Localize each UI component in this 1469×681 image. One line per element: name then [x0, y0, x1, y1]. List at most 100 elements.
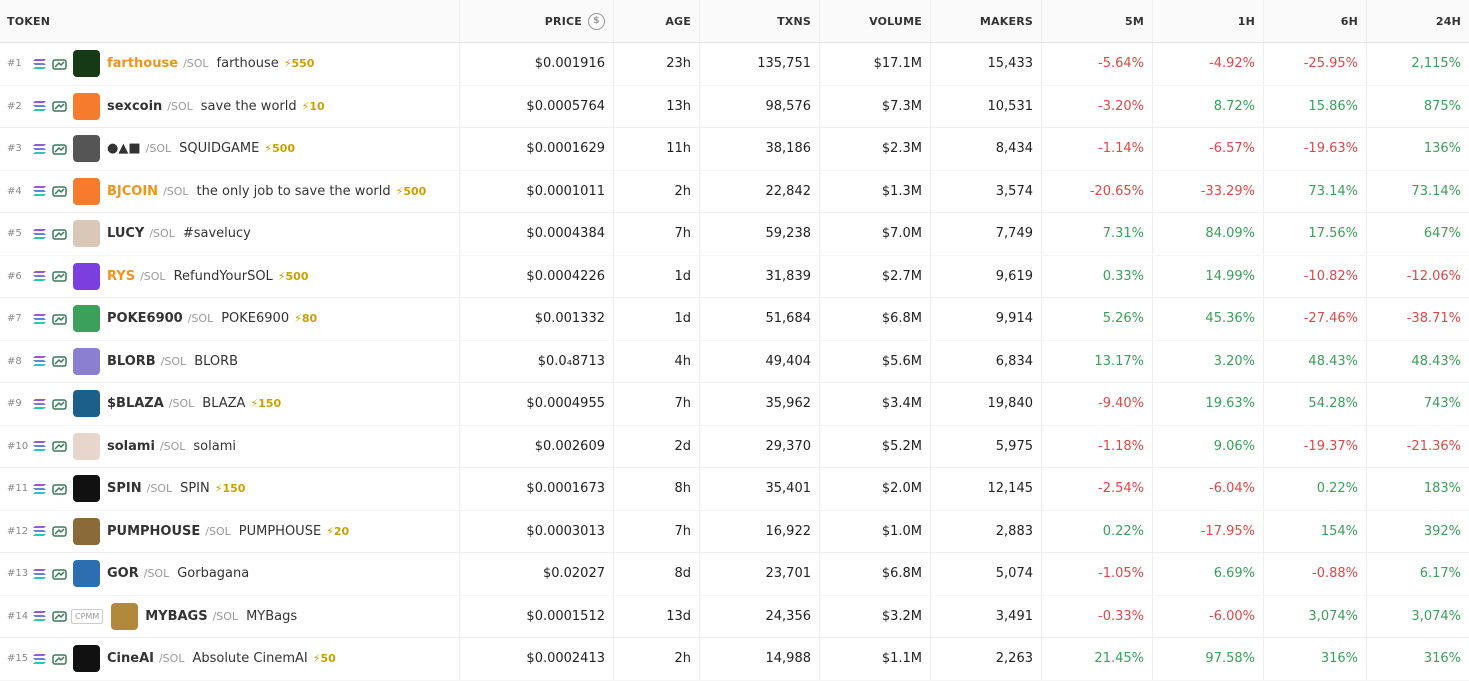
table-row[interactable]: #15 CineAI /SOL Absolute CinemAI ⚡50 $0.…: [0, 638, 1469, 681]
age-cell: 7h: [614, 510, 700, 552]
change-1h-cell: 9.06%: [1153, 425, 1264, 467]
table-row[interactable]: #12 PUMPHOUSE /SOL PUMPHOUSE ⚡20 $0.0003…: [0, 510, 1469, 553]
change-1h-cell: 8.72%: [1153, 85, 1264, 127]
price-cell: $0.0₄8713: [460, 340, 614, 382]
header-6h[interactable]: 6H: [1264, 0, 1367, 42]
change-5m-cell: -20.65%: [1042, 170, 1153, 212]
boost-badge: ⚡10: [301, 99, 325, 113]
chain-label: /SOL: [140, 269, 166, 283]
volume-cell: $7.0M: [820, 213, 931, 255]
makers-cell: 8,434: [931, 128, 1042, 170]
change-24h-cell: 136%: [1423, 141, 1461, 157]
price-cell: $0.0001011: [460, 170, 614, 212]
change-5m-cell: 21.45%: [1042, 638, 1153, 680]
table-row[interactable]: #6 RYS /SOL RefundYourSOL ⚡500 $0.000422…: [0, 255, 1469, 298]
header-txns[interactable]: TXNS: [700, 0, 820, 42]
token-cell[interactable]: #14 CPMM MYBAGS /SOL MYBags: [0, 595, 460, 637]
table-row[interactable]: #9 $BLAZA /SOL BLAZA ⚡150 $0.0004955 7h …: [0, 383, 1469, 426]
table-row[interactable]: #2 sexcoin /SOL save the world ⚡10 $0.00…: [0, 85, 1469, 128]
price-cell: $0.0001512: [460, 595, 614, 637]
token-cell[interactable]: #6 RYS /SOL RefundYourSOL ⚡500: [0, 255, 460, 297]
solana-icon: [31, 353, 48, 369]
txns-cell: 16,922: [700, 510, 820, 552]
change-5m-cell: -3.20%: [1042, 85, 1153, 127]
makers-cell: 2,263: [931, 638, 1042, 680]
table-row[interactable]: #5 LUCY /SOL #savelucy $0.0004384 7h 59,…: [0, 213, 1469, 256]
header-age[interactable]: AGE: [614, 0, 700, 42]
header-volume[interactable]: VOLUME: [820, 0, 931, 42]
boost-badge: ⚡20: [326, 524, 350, 538]
table-row[interactable]: #10 solami /SOL solami $0.002609 2d 29,3…: [0, 425, 1469, 468]
token-cell[interactable]: #4 BJCOIN /SOL the only job to save the …: [0, 170, 460, 212]
token-cell[interactable]: #1 farthouse /SOL farthouse ⚡550: [0, 43, 460, 85]
pump-dex-icon: [51, 523, 68, 539]
header-24h[interactable]: 24H: [1367, 0, 1469, 42]
table-row[interactable]: #11 SPIN /SOL SPIN ⚡150 $0.0001673 8h 35…: [0, 468, 1469, 511]
pump-dex-icon: [51, 566, 68, 582]
txns-cell: 22,842: [700, 170, 820, 212]
volume-cell: $5.2M: [820, 425, 931, 467]
volume-cell: $1.3M: [820, 170, 931, 212]
change-24h-cell: 183%: [1423, 481, 1461, 497]
token-name: SPIN: [180, 481, 210, 497]
token-cell[interactable]: #3 ●▲■ /SOL SQUIDGAME ⚡500: [0, 128, 460, 170]
token-cell[interactable]: #2 sexcoin /SOL save the world ⚡10: [0, 85, 460, 127]
token-cell[interactable]: #12 PUMPHOUSE /SOL PUMPHOUSE ⚡20: [0, 510, 460, 552]
token-cell[interactable]: #11 SPIN /SOL SPIN ⚡150: [0, 468, 460, 510]
change-6h-cell: -10.82%: [1264, 255, 1367, 297]
change-5m-cell: -1.18%: [1042, 425, 1153, 467]
boost-badge: ⚡80: [294, 312, 318, 326]
header-price[interactable]: PRICE $: [460, 0, 614, 42]
price-cell: $0.001916: [460, 43, 614, 85]
table-row[interactable]: #8 BLORB /SOL BLORB $0.0₄8713 4h 49,404 …: [0, 340, 1469, 383]
chain-label: /SOL: [159, 439, 186, 453]
token-name: RefundYourSOL: [173, 268, 273, 284]
table-row[interactable]: #13 GOR /SOL Gorbagana $0.02027 8d 23,70…: [0, 553, 1469, 596]
txns-cell: 59,238: [700, 213, 820, 255]
change-1h-cell: -17.95%: [1153, 510, 1264, 552]
chain-label: /SOL: [183, 57, 209, 71]
header-token[interactable]: TOKEN: [0, 0, 460, 42]
boost-badge: ⚡550: [283, 57, 315, 71]
rank-label: #3: [7, 143, 22, 155]
age-cell: 2h: [614, 170, 700, 212]
token-avatar: [73, 517, 100, 545]
solana-icon: [31, 566, 48, 582]
age-cell: 2d: [614, 425, 700, 467]
token-cell[interactable]: #10 solami /SOL solami: [0, 425, 460, 467]
token-cell[interactable]: #9 $BLAZA /SOL BLAZA ⚡150: [0, 383, 460, 425]
currency-toggle-icon[interactable]: $: [588, 12, 605, 30]
token-cell[interactable]: #7 POKE6900 /SOL POKE6900 ⚡80: [0, 298, 460, 340]
table-row[interactable]: #4 BJCOIN /SOL the only job to save the …: [0, 170, 1469, 213]
token-symbol: LUCY: [107, 226, 145, 242]
table-row[interactable]: #1 farthouse /SOL farthouse ⚡550 $0.0019…: [0, 43, 1469, 86]
solana-icon: [31, 438, 48, 454]
boost-badge: ⚡50: [312, 652, 336, 666]
table-row[interactable]: #3 ●▲■ /SOL SQUIDGAME ⚡500 $0.0001629 11…: [0, 128, 1469, 171]
token-name: PUMPHOUSE: [238, 523, 322, 539]
pump-dex-icon: [51, 353, 68, 369]
makers-cell: 5,975: [931, 425, 1042, 467]
price-cell: $0.0003013: [460, 510, 614, 552]
header-1h[interactable]: 1H: [1153, 0, 1264, 42]
header-makers[interactable]: MAKERS: [931, 0, 1042, 42]
chain-label: /SOL: [149, 227, 175, 241]
token-cell[interactable]: #13 GOR /SOL Gorbagana: [0, 553, 460, 595]
txns-cell: 31,839: [700, 255, 820, 297]
rank-label: #15: [7, 653, 29, 665]
token-cell[interactable]: #5 LUCY /SOL #savelucy: [0, 213, 460, 255]
token-avatar: [73, 645, 100, 673]
price-cell: $0.0004384: [460, 213, 614, 255]
rank-label: #14: [7, 610, 29, 622]
change-5m-cell: 0.33%: [1042, 255, 1153, 297]
pump-dex-icon: [51, 481, 68, 497]
solana-icon: [31, 608, 48, 624]
table-row[interactable]: #14 CPMM MYBAGS /SOL MYBags $0.0001512 1…: [0, 595, 1469, 638]
token-avatar: [73, 262, 100, 290]
header-5m[interactable]: 5M: [1042, 0, 1153, 42]
table-row[interactable]: #7 POKE6900 /SOL POKE6900 ⚡80 $0.001332 …: [0, 298, 1469, 341]
token-cell[interactable]: #8 BLORB /SOL BLORB: [0, 340, 460, 382]
token-cell[interactable]: #15 CineAI /SOL Absolute CinemAI ⚡50: [0, 638, 460, 680]
token-avatar: [73, 560, 100, 588]
solana-icon: [31, 56, 48, 72]
